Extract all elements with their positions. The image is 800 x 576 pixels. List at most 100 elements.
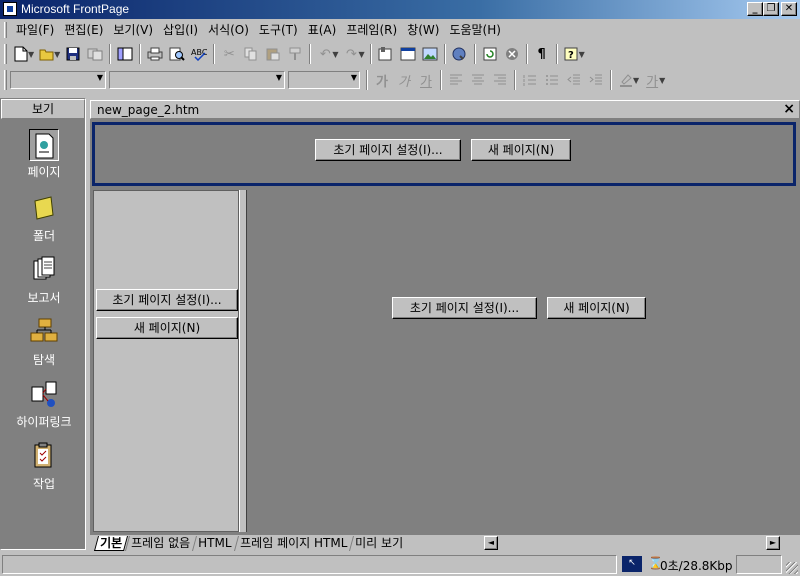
views-bar: 보기 페이지 폴더 보고서 탐색 하이퍼링크 작업 xyxy=(0,98,86,550)
new-page-icon[interactable] xyxy=(10,43,32,65)
tasks-view-icon xyxy=(29,441,59,473)
main-frame-new-page-button[interactable]: 새 페이지(N) xyxy=(547,297,646,319)
top-frame-new-page-button[interactable]: 새 페이지(N) xyxy=(471,139,571,161)
align-right-icon[interactable] xyxy=(489,69,511,91)
style-select[interactable]: ▼ xyxy=(10,71,106,89)
paste-icon[interactable] xyxy=(262,43,284,65)
left-frame-set-initial-page-button[interactable]: 초기 페이지 설정(I)... xyxy=(96,289,238,311)
standard-toolbar: ▼ ▼ ABC ✂ ↶ ▼ ↷ ▼ ¶ ? ▼ xyxy=(0,41,800,67)
minimize-button[interactable]: _ xyxy=(747,2,763,16)
insert-table-icon[interactable] xyxy=(397,43,419,65)
menu-tools[interactable]: 도구(T) xyxy=(254,19,303,40)
hyperlink-icon[interactable] xyxy=(449,43,471,65)
menu-view[interactable]: 보기(V) xyxy=(108,19,158,40)
menu-file[interactable]: 파일(F) xyxy=(11,19,59,40)
main-frame-set-initial-page-button[interactable]: 초기 페이지 설정(I)... xyxy=(392,297,537,319)
font-color-icon[interactable]: 가 xyxy=(641,69,663,91)
tab-preview[interactable]: 미리 보기 xyxy=(348,536,408,551)
view-page[interactable]: 페이지 xyxy=(1,129,87,180)
view-navigation-label: 탐색 xyxy=(32,353,56,367)
toolbar-separator xyxy=(369,44,372,64)
left-frame-new-page-button[interactable]: 새 페이지(N) xyxy=(96,317,238,339)
navigation-view-icon xyxy=(29,317,59,349)
insert-component-icon[interactable] xyxy=(375,43,397,65)
toolbar-grip[interactable] xyxy=(4,70,7,90)
top-frame-set-initial-page-button[interactable]: 초기 페이지 설정(I)... xyxy=(315,139,461,161)
view-page-label: 페이지 xyxy=(27,165,61,179)
tab-frames-page-html-label: 프레임 페이지 HTML xyxy=(239,536,347,550)
menu-format[interactable]: 서식(O) xyxy=(203,19,254,40)
menu-table[interactable]: 표(A) xyxy=(303,19,342,40)
decrease-indent-icon[interactable] xyxy=(563,69,585,91)
view-tasks-label: 작업 xyxy=(32,477,56,491)
help-icon[interactable]: ? xyxy=(561,43,583,65)
view-reports-label: 보고서 xyxy=(27,291,61,305)
chevron-down-icon: ▼ xyxy=(350,73,357,82)
document-tab-bar: new_page_2.htm × xyxy=(90,100,800,119)
tab-html[interactable]: HTML xyxy=(192,536,237,551)
print-preview-icon[interactable] xyxy=(166,43,188,65)
numbered-list-icon[interactable] xyxy=(519,69,541,91)
view-folders[interactable]: 폴더 xyxy=(1,193,87,244)
menubar-grip[interactable] xyxy=(4,21,7,38)
resize-grip[interactable] xyxy=(786,562,798,574)
tab-no-frames-label: 프레임 없음 xyxy=(131,536,191,550)
formatting-toolbar: ▼ ▼ ▼ 가 가 가 ▼ 가 ▼ xyxy=(0,67,800,93)
print-icon[interactable] xyxy=(144,43,166,65)
stop-icon[interactable] xyxy=(501,43,523,65)
menu-frames[interactable]: 프레임(R) xyxy=(341,19,402,40)
folder-list-icon[interactable] xyxy=(114,43,136,65)
scroll-right-icon[interactable]: ► xyxy=(766,536,780,550)
insert-picture-icon[interactable] xyxy=(419,43,441,65)
toolbar-separator xyxy=(139,44,142,64)
save-icon[interactable] xyxy=(62,43,84,65)
highlight-icon[interactable] xyxy=(615,69,637,91)
menu-window[interactable]: 창(W) xyxy=(402,19,444,40)
close-document-icon[interactable]: × xyxy=(783,101,795,117)
left-frame[interactable]: 초기 페이지 설정(I)... 새 페이지(N) xyxy=(93,190,239,532)
view-folders-label: 폴더 xyxy=(32,229,56,243)
align-center-icon[interactable] xyxy=(467,69,489,91)
spelling-icon[interactable]: ABC xyxy=(188,43,210,65)
restore-button[interactable]: ❐ xyxy=(763,2,779,16)
font-size-select[interactable]: ▼ xyxy=(288,71,360,89)
top-frame[interactable]: 초기 페이지 설정(I)... 새 페이지(N) xyxy=(92,122,796,186)
download-time-estimate[interactable]: 0초/28.8Kbp xyxy=(660,557,733,574)
scroll-left-icon[interactable]: ◄ xyxy=(484,536,498,550)
menu-edit[interactable]: 편집(E) xyxy=(59,19,108,40)
view-tasks[interactable]: 작업 xyxy=(1,441,87,492)
view-hyperlinks[interactable]: 하이퍼링크 xyxy=(1,379,87,430)
undo-icon[interactable]: ↶ xyxy=(314,43,336,65)
increase-indent-icon[interactable] xyxy=(585,69,607,91)
frame-splitter[interactable] xyxy=(239,190,247,532)
menu-help[interactable]: 도움말(H) xyxy=(444,19,506,40)
italic-icon[interactable]: 가 xyxy=(393,69,415,91)
tab-normal[interactable]: 기본 xyxy=(93,536,129,551)
align-left-icon[interactable] xyxy=(445,69,467,91)
font-select[interactable]: ▼ xyxy=(109,71,285,89)
view-navigation[interactable]: 탐색 xyxy=(1,317,87,368)
reports-view-icon xyxy=(29,255,59,287)
toolbar-separator xyxy=(473,44,476,64)
bulleted-list-icon[interactable] xyxy=(541,69,563,91)
toolbar-separator xyxy=(555,44,558,64)
view-reports[interactable]: 보고서 xyxy=(1,255,87,306)
tab-no-frames[interactable]: 프레임 없음 xyxy=(125,536,196,551)
publish-web-icon[interactable] xyxy=(84,43,106,65)
main-frame[interactable]: 초기 페이지 설정(I)... 새 페이지(N) xyxy=(247,190,795,532)
redo-icon[interactable]: ↷ xyxy=(340,43,362,65)
tab-frames-page-html[interactable]: 프레임 페이지 HTML xyxy=(233,536,352,551)
refresh-icon[interactable] xyxy=(479,43,501,65)
menu-insert[interactable]: 삽입(I) xyxy=(158,19,203,40)
views-bar-header: 보기 xyxy=(1,99,85,119)
underline-icon[interactable]: 가 xyxy=(415,69,437,91)
close-button[interactable]: ✕ xyxy=(781,2,797,16)
copy-icon[interactable] xyxy=(240,43,262,65)
show-all-icon[interactable]: ¶ xyxy=(531,43,553,65)
frontpage-app-icon[interactable] xyxy=(3,2,17,16)
toolbar-grip[interactable] xyxy=(4,44,7,64)
format-painter-icon[interactable] xyxy=(284,43,306,65)
cut-icon[interactable]: ✂ xyxy=(218,43,240,65)
bold-icon[interactable]: 가 xyxy=(371,69,393,91)
open-folder-icon[interactable] xyxy=(36,43,58,65)
